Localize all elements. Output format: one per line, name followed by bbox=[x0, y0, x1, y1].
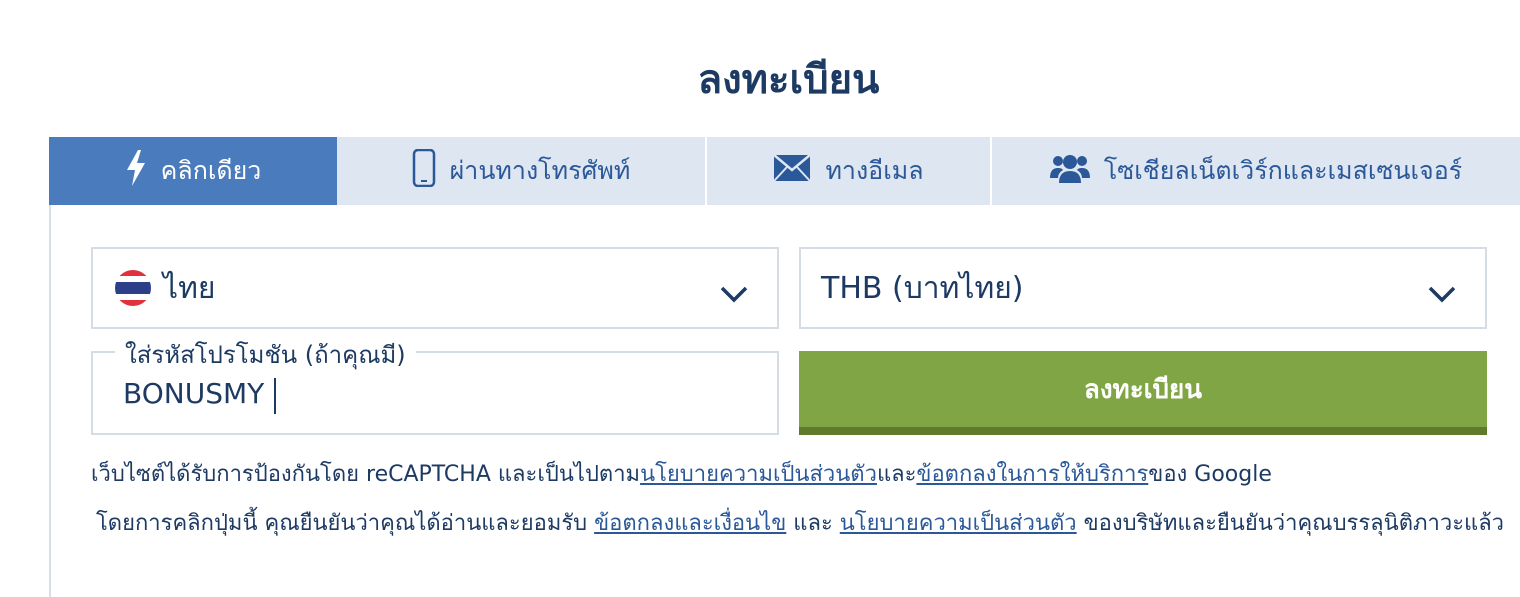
lightning-icon bbox=[125, 150, 147, 192]
tab-phone-label: ผ่านทางโทรศัพท์ bbox=[449, 156, 631, 185]
register-button[interactable]: ลงทะเบียน bbox=[799, 351, 1487, 435]
recaptcha-suffix: ของ Google bbox=[1148, 462, 1272, 487]
agreement-privacy-link[interactable]: นโยบายความเป็นส่วนตัว bbox=[840, 511, 1077, 536]
recaptcha-notice: เว็บไซต์ได้รับการป้องกันโดย reCAPTCHA แล… bbox=[91, 456, 1272, 491]
agreement-prefix: โดยการคลิกปุ่มนี้ คุณยืนยันว่าคุณได้อ่าน… bbox=[95, 511, 595, 536]
tab-email-label: ทางอีเมล bbox=[825, 156, 924, 185]
envelope-icon bbox=[773, 154, 812, 188]
tab-social[interactable]: โซเชียลเน็ตเวิร์กและเมสเซนเจอร์ bbox=[992, 137, 1520, 205]
country-select[interactable]: ไทย bbox=[91, 247, 779, 329]
tab-social-label: โซเชียลเน็ตเวิร์กและเมสเซนเจอร์ bbox=[1103, 156, 1463, 185]
recaptcha-terms-link[interactable]: ข้อตกลงในการให้บริการ bbox=[916, 462, 1148, 487]
currency-select[interactable]: THB (บาทไทย) bbox=[799, 247, 1487, 329]
currency-select-value: THB (บาทไทย) bbox=[821, 270, 1024, 306]
agreement-and: และ bbox=[786, 511, 840, 536]
chevron-down-icon bbox=[1427, 277, 1457, 312]
tab-one-click-label: คลิกเดียว bbox=[160, 156, 262, 185]
tab-one-click[interactable]: คลิกเดียว bbox=[49, 137, 337, 205]
tab-email[interactable]: ทางอีเมล bbox=[707, 137, 992, 205]
promo-code-input[interactable] bbox=[123, 377, 723, 410]
agreement-notice: โดยการคลิกปุ่มนี้ คุณยืนยันว่าคุณได้อ่าน… bbox=[95, 508, 1505, 540]
agreement-terms-link[interactable]: ข้อตกลงและเงื่อนไข bbox=[594, 511, 786, 536]
chevron-down-icon bbox=[719, 277, 749, 312]
page-title: ลงทะเบียน bbox=[697, 57, 880, 103]
mobile-phone-icon bbox=[412, 148, 436, 193]
thailand-flag-icon bbox=[115, 270, 151, 306]
tab-phone[interactable]: ผ่านทางโทรศัพท์ bbox=[337, 137, 707, 205]
recaptcha-and: และ bbox=[876, 462, 917, 487]
users-icon bbox=[1049, 152, 1090, 190]
recaptcha-privacy-link[interactable]: นโยบายความเป็นส่วนตัว bbox=[640, 462, 877, 487]
registration-tabs: คลิกเดียว ผ่านทางโทรศัพท์ ทางอีเมล โซเชี… bbox=[49, 137, 1520, 205]
promo-code-label: ใส่รหัสโปรโมชัน (ถ้าคุณมี) bbox=[115, 335, 416, 374]
promo-code-field: ใส่รหัสโปรโมชัน (ถ้าคุณมี) bbox=[91, 335, 779, 435]
recaptcha-prefix: เว็บไซต์ได้รับการป้องกันโดย reCAPTCHA แล… bbox=[91, 462, 641, 487]
agreement-suffix: ของบริษัทและยืนยันว่าคุณบรรลุนิติภาวะแล้… bbox=[1076, 511, 1505, 536]
country-select-value: ไทย bbox=[163, 270, 216, 306]
text-caret bbox=[274, 378, 276, 414]
